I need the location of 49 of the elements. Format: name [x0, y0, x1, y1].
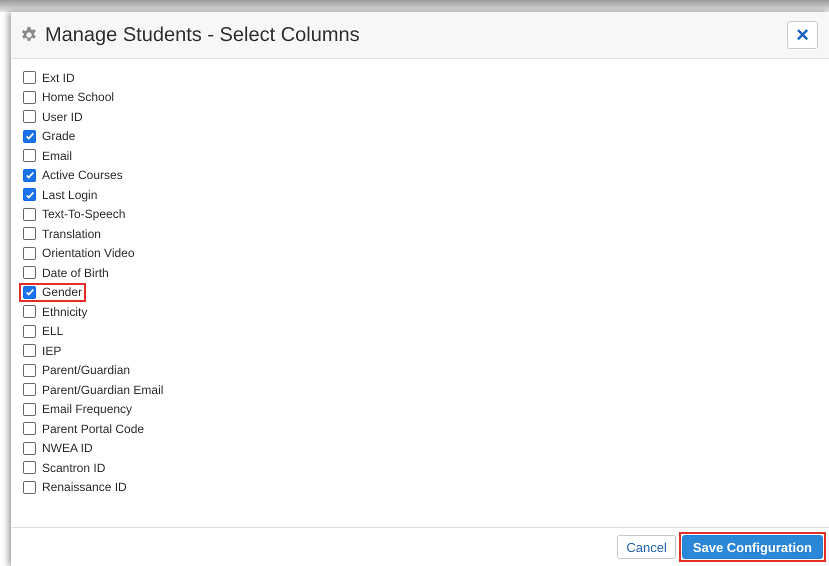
checkbox[interactable] [23, 130, 36, 143]
checkbox[interactable] [23, 286, 36, 299]
checkbox[interactable] [23, 344, 36, 358]
checkbox[interactable] [23, 110, 36, 124]
close-button[interactable]: × [787, 21, 818, 49]
checkbox-label: Email Frequency [42, 402, 132, 416]
checkbox-label: Translation [42, 226, 101, 241]
checkbox[interactable] [23, 149, 36, 162]
checkbox-label: Active Courses [42, 168, 123, 182]
checkbox[interactable] [23, 402, 36, 416]
checkbox-label: Home School [42, 90, 114, 104]
checkbox[interactable] [23, 422, 36, 436]
checkbox[interactable] [23, 71, 36, 84]
checkbox[interactable] [23, 480, 36, 494]
checkbox-label: Parent/Guardian [42, 363, 130, 378]
checkbox[interactable] [23, 364, 36, 377]
checkbox[interactable] [23, 90, 36, 104]
checkbox-label: Last Login [42, 188, 98, 202]
checkbox-label: Grade [42, 129, 76, 144]
checkbox[interactable] [23, 383, 36, 396]
checkbox-label: Parent/Guardian Email [42, 382, 164, 397]
checkbox-label: Email [42, 148, 72, 163]
dialog-title: Manage Students - Select Columns [45, 24, 361, 46]
checkbox[interactable] [23, 168, 36, 182]
checkbox[interactable] [23, 227, 36, 240]
checkbox-label: Renaissance ID [42, 480, 127, 494]
settings-icon [20, 26, 38, 44]
checkbox[interactable] [23, 208, 36, 221]
checkbox[interactable] [23, 266, 36, 280]
checkbox[interactable] [23, 305, 36, 318]
checkbox-label: Parent Portal Code [42, 422, 144, 436]
checkbox-label: Orientation Video [42, 246, 135, 260]
checkbox[interactable] [23, 324, 36, 338]
checkbox-label: Scantron ID [42, 460, 106, 475]
checkbox-label: IEP [42, 344, 62, 358]
save-button[interactable]: Save Configuration [682, 535, 823, 559]
checkbox-label: Gender [42, 285, 82, 300]
checkbox[interactable] [23, 461, 36, 474]
checkbox-label: ELL [42, 324, 64, 338]
checkbox-label: Text-To-Speech [42, 207, 126, 222]
checkbox-label: NWEA ID [42, 441, 93, 456]
checkbox[interactable] [23, 246, 36, 260]
checkbox[interactable] [23, 442, 36, 455]
checkbox-label: Ext ID [42, 70, 75, 85]
checkbox[interactable] [23, 188, 36, 202]
cancel-button[interactable]: Cancel [617, 535, 676, 559]
checkbox-label: Ethnicity [42, 304, 88, 319]
checkbox-label: Date of Birth [42, 266, 109, 280]
checkbox-label: User ID [42, 110, 83, 124]
